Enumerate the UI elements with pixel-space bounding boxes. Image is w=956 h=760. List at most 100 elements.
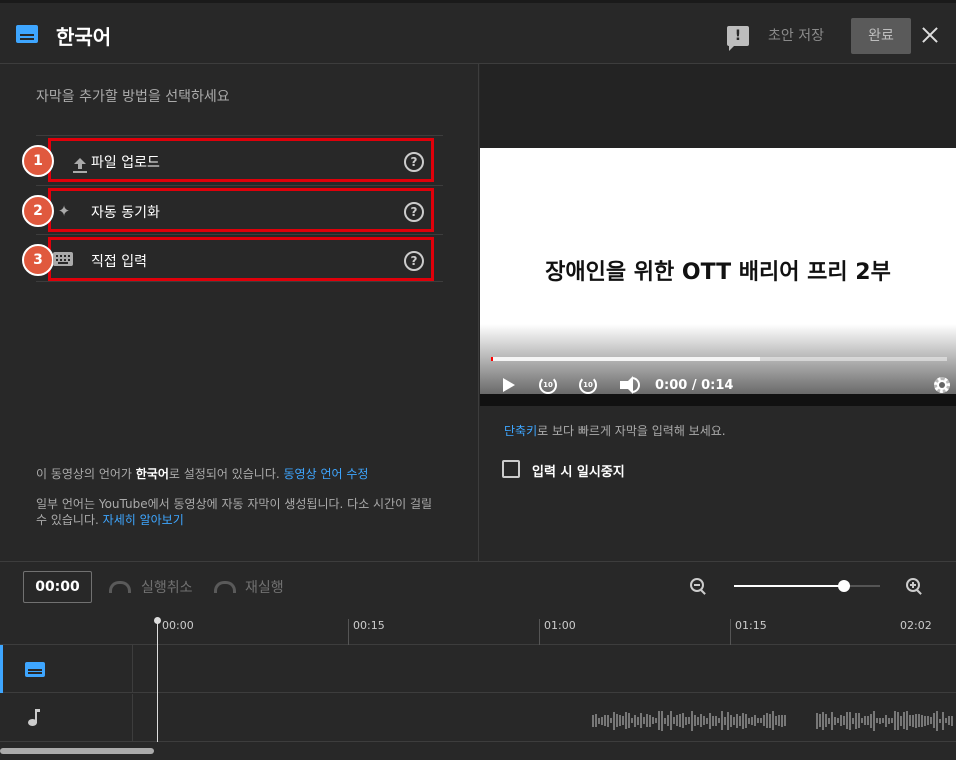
waveform-bar — [861, 718, 863, 723]
help-icon[interactable]: ? — [404, 202, 424, 222]
waveform-bar — [628, 713, 630, 728]
waveform-bar — [616, 714, 618, 727]
option-upload-file[interactable]: 1 파일 업로드 ? — [22, 135, 443, 183]
waveform-bar — [706, 717, 708, 724]
waveform-bar — [754, 715, 756, 726]
pause-while-typing-label[interactable]: 입력 시 일시중지 — [532, 461, 625, 480]
waveform-bar — [885, 714, 887, 727]
waveform-bar — [658, 711, 660, 730]
waveform-bar — [697, 716, 699, 725]
redo-button[interactable]: 재실행 — [245, 577, 284, 597]
waveform-bar — [739, 715, 741, 726]
zoom-slider-thumb[interactable] — [838, 580, 850, 592]
waveform-bar — [831, 711, 833, 730]
page-title: 한국어 — [56, 25, 112, 49]
gear-icon[interactable] — [934, 377, 950, 393]
undo-icon[interactable] — [109, 581, 131, 593]
waveform-bar — [751, 716, 753, 725]
waveform-bar — [718, 718, 720, 723]
waveform-bar — [834, 716, 836, 725]
waveform-bar — [849, 711, 851, 730]
close-icon[interactable] — [920, 25, 940, 45]
tick-label: 00:00 — [157, 619, 194, 645]
shortcut-link[interactable]: 단축키 — [504, 424, 537, 438]
waveform-bar — [879, 717, 881, 724]
waveform-bar — [900, 715, 902, 726]
waveform-bar — [736, 713, 738, 728]
play-icon[interactable] — [503, 378, 515, 392]
waveform-bar — [846, 712, 848, 729]
language-info-prefix: 이 동영상의 언어가 — [36, 467, 136, 481]
playhead-handle[interactable] — [154, 617, 161, 624]
waveform-bar — [864, 716, 866, 725]
video-title-card: 장애인을 위한 OTT 배리어 프리 2부 — [545, 260, 891, 285]
video-player[interactable]: 장애인을 위한 OTT 배리어 프리 2부 10 10 0:00 / 0:14 — [480, 148, 956, 406]
timeline-scrollbar-thumb[interactable] — [0, 748, 154, 754]
waveform-bar — [601, 716, 603, 725]
waveform-bar — [661, 710, 663, 731]
playhead[interactable] — [157, 620, 158, 742]
language-info-suffix: 로 설정되어 있습니다. — [168, 467, 284, 481]
waveform-bar — [781, 714, 783, 727]
progress-played — [491, 357, 493, 361]
waveform-bar — [703, 716, 705, 725]
shortcut-hint: 단축키로 보다 빠르게 자막을 입력해 보세요. — [504, 422, 726, 439]
language-name: 한국어 — [135, 467, 169, 481]
waveform-bar — [655, 718, 657, 723]
zoom-in-handle — [916, 589, 922, 595]
waveform-bar — [610, 718, 612, 723]
active-track-indicator — [0, 645, 3, 693]
learn-more-link[interactable]: 자세히 알아보기 — [103, 513, 184, 527]
waveform-bar — [694, 715, 696, 726]
waveform-bar — [894, 711, 896, 730]
option-manual-input[interactable]: 3 직접 입력 ? — [22, 234, 443, 282]
current-time-input[interactable]: 00:00 — [23, 571, 92, 603]
waveform-bar — [909, 715, 911, 726]
waveform-bar — [682, 713, 684, 728]
rewind-10-icon[interactable]: 10 — [539, 376, 557, 394]
audio-track[interactable] — [0, 694, 956, 742]
video-letterbox — [480, 64, 956, 148]
undo-button[interactable]: 실행취소 — [141, 577, 193, 597]
waveform-bar — [664, 717, 666, 724]
waveform-bar — [619, 715, 621, 726]
redo-icon[interactable] — [214, 581, 236, 593]
save-draft-button[interactable]: 초안 저장 — [768, 25, 824, 45]
waveform-bar — [840, 715, 842, 726]
language-info: 이 동영상의 언어가 한국어로 설정되어 있습니다. 동영상 언어 수정 — [36, 465, 368, 482]
waveform-bar — [625, 712, 627, 729]
subtitle-track[interactable] — [0, 645, 956, 693]
tick-label: 01:00 — [539, 619, 576, 645]
step-badge: 2 — [22, 195, 54, 227]
waveform-bar — [607, 714, 609, 727]
timeline-ruler[interactable]: 00:00 00:15 01:00 01:15 02:02 — [0, 611, 956, 645]
help-icon[interactable]: ? — [404, 152, 424, 172]
help-icon[interactable]: ? — [404, 251, 424, 271]
zoom-out-handle — [700, 589, 706, 595]
track-header — [0, 645, 133, 693]
waveform-bar — [700, 714, 702, 727]
waveform-bar — [595, 714, 597, 727]
waveform-bar — [613, 711, 615, 730]
waveform-bar — [730, 714, 732, 727]
done-button[interactable]: 완료 — [851, 18, 911, 54]
waveform-bar — [897, 711, 899, 730]
waveform-bar — [643, 717, 645, 724]
option-auto-sync[interactable]: 2 ✦ 자동 동기화 ? — [22, 185, 443, 233]
volume-icon[interactable] — [620, 376, 633, 394]
edit-language-link[interactable]: 동영상 언어 수정 — [284, 467, 369, 481]
time-display: 0:00 / 0:14 — [655, 378, 734, 393]
waveform-bar — [652, 717, 654, 724]
highlight-box: 2 ✦ 자동 동기화 ? — [22, 188, 434, 232]
waveform-bar — [933, 713, 935, 728]
pause-while-typing-checkbox[interactable] — [502, 460, 520, 478]
waveform-bar — [858, 713, 860, 728]
forward-10-icon[interactable]: 10 — [579, 376, 597, 394]
waveform-bar — [924, 715, 926, 726]
waveform-bar — [927, 716, 929, 725]
waveform-bar — [882, 718, 884, 723]
waveform-bar — [748, 717, 750, 724]
sparkle-icon: ✦ — [57, 202, 71, 220]
waveform-bar — [640, 713, 642, 728]
feedback-icon[interactable] — [727, 26, 749, 51]
